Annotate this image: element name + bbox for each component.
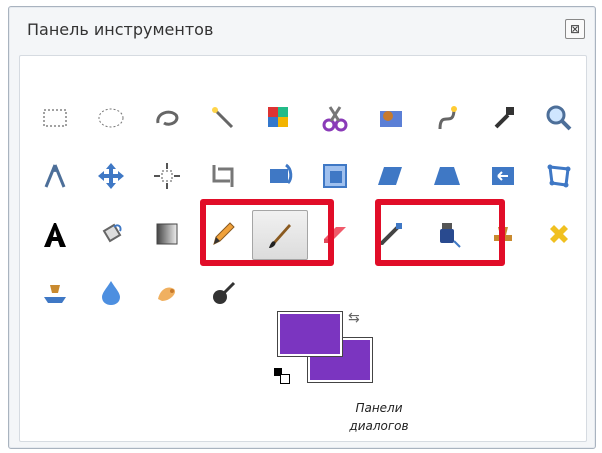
toolbox-window: Панель инструментов ⊠ ⇆ Панели диалогов xyxy=(8,6,596,449)
caption-line-2: диалогов xyxy=(349,419,409,433)
foreground-select-icon[interactable] xyxy=(364,94,418,142)
paths-icon[interactable] xyxy=(420,94,474,142)
move-icon[interactable] xyxy=(84,152,138,200)
foreground-color-swatch[interactable] xyxy=(278,312,342,356)
title-bar: Панель инструментов ⊠ xyxy=(9,7,595,45)
rotate-icon[interactable] xyxy=(252,152,306,200)
paintbrush-icon[interactable] xyxy=(252,210,308,260)
flip-icon[interactable] xyxy=(476,152,530,200)
eraser-icon[interactable] xyxy=(308,210,362,258)
color-select-icon[interactable] xyxy=(252,94,306,142)
scale-icon[interactable] xyxy=(308,152,362,200)
shear-icon[interactable] xyxy=(364,152,418,200)
caption-line-1: Панели xyxy=(355,401,403,415)
clone-icon[interactable] xyxy=(476,210,530,258)
dialog-panels-caption: Панели диалогов xyxy=(309,399,449,435)
rect-select-icon[interactable] xyxy=(28,94,82,142)
swap-colors-icon[interactable]: ⇆ xyxy=(348,310,360,326)
align-icon[interactable] xyxy=(140,152,194,200)
blend-icon[interactable] xyxy=(140,210,194,258)
crop-icon[interactable] xyxy=(196,152,250,200)
zoom-icon[interactable] xyxy=(532,94,586,142)
ellipse-select-icon[interactable] xyxy=(84,94,138,142)
fuzzy-select-icon[interactable] xyxy=(196,94,250,142)
bucket-fill-icon[interactable] xyxy=(84,210,138,258)
blur-sharpen-icon[interactable] xyxy=(84,268,138,316)
scissors-select-icon[interactable] xyxy=(308,94,362,142)
pencil-icon[interactable] xyxy=(196,210,250,258)
airbrush-icon[interactable] xyxy=(364,210,418,258)
perspective-icon[interactable] xyxy=(420,152,474,200)
text-icon[interactable] xyxy=(28,210,82,258)
free-select-icon[interactable] xyxy=(140,94,194,142)
window-title: Панель инструментов xyxy=(27,20,214,39)
measure-icon[interactable] xyxy=(28,152,82,200)
default-colors-white-icon[interactable] xyxy=(280,374,290,384)
toolbox-area: ⇆ xyxy=(19,55,587,442)
heal-icon[interactable] xyxy=(532,210,586,258)
cage-transform-icon[interactable] xyxy=(532,152,586,200)
close-button[interactable]: ⊠ xyxy=(565,19,585,39)
ink-icon[interactable] xyxy=(420,210,474,258)
smudge-icon[interactable] xyxy=(140,268,194,316)
dodge-burn-icon[interactable] xyxy=(196,268,250,316)
perspective-clone-icon[interactable] xyxy=(28,268,82,316)
color-picker-icon[interactable] xyxy=(476,94,530,142)
